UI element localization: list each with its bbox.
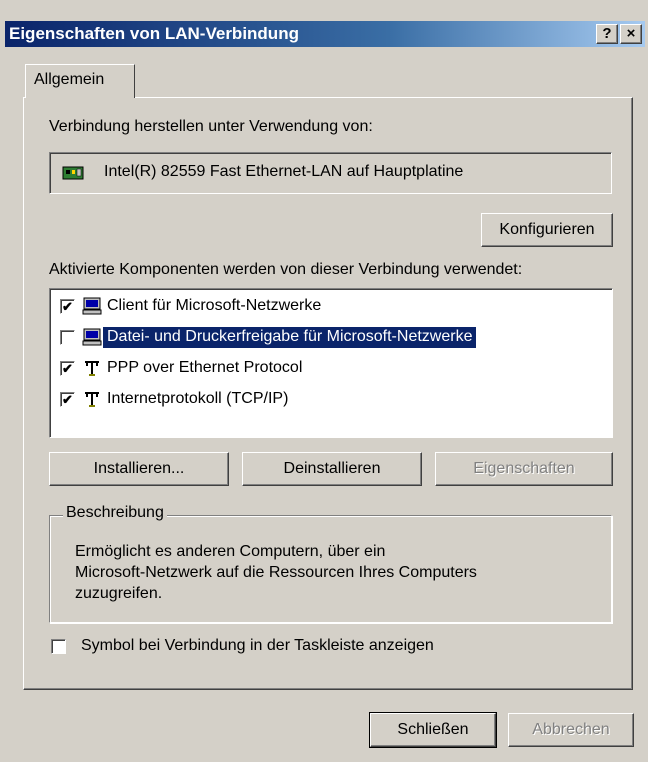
uninstall-button[interactable]: Deinstallieren <box>242 452 422 486</box>
description-line: Ermöglicht es anderen Computern, über ei… <box>75 543 386 560</box>
network-card-icon <box>62 166 84 180</box>
list-item[interactable]: ✔ Internetprotokoll (TCP/IP) <box>60 386 600 414</box>
components-label: Aktivierte Komponenten werden von dieser… <box>49 261 523 278</box>
taskbar-icon-checkbox[interactable] <box>51 639 66 654</box>
adapter-field: Intel(R) 82559 Fast Ethernet-LAN auf Hau… <box>49 152 612 194</box>
window-title: Eigenschaften von LAN-Verbindung <box>9 24 299 43</box>
cancel-button[interactable]: Abbrechen <box>508 713 634 747</box>
close-window-button[interactable]: × <box>620 24 642 44</box>
title-bar[interactable]: Eigenschaften von LAN-Verbindung <box>5 21 645 47</box>
list-item[interactable]: ✔ PPP over Ethernet Protocol <box>60 355 600 383</box>
connect-using-label: Verbindung herstellen unter Verwendung v… <box>49 118 373 135</box>
taskbar-option-label: Symbol bei Verbindung in der Taskleiste … <box>81 637 434 654</box>
component-checkbox[interactable]: ✔ <box>60 392 75 407</box>
component-checkbox[interactable]: ✔ <box>60 299 75 314</box>
tab-label: Allgemein <box>34 71 105 88</box>
close-button[interactable]: Schließen <box>369 712 497 748</box>
tab-allgemein[interactable]: Allgemein <box>25 64 135 98</box>
description-legend: Beschreibung <box>63 504 167 522</box>
component-label: Datei- und Druckerfreigabe für Microsoft… <box>103 327 477 348</box>
component-label: PPP over Ethernet Protocol <box>107 359 303 376</box>
component-checkbox[interactable] <box>60 330 75 345</box>
computer-icon <box>82 297 102 315</box>
component-label: Internetprotokoll (TCP/IP) <box>107 390 289 407</box>
component-label: Client für Microsoft-Netzwerke <box>107 297 322 314</box>
protocol-icon <box>85 392 99 407</box>
properties-dialog: Eigenschaften von LAN-Verbindung ? × All… <box>0 0 648 762</box>
properties-button[interactable]: Eigenschaften <box>435 452 613 486</box>
components-list[interactable]: ✔ Client für Microsoft-Netzwerke Datei- … <box>49 288 613 438</box>
description-line: Microsoft-Netzwerk auf die Ressourcen Ih… <box>75 564 477 581</box>
adapter-name: Intel(R) 82559 Fast Ethernet-LAN auf Hau… <box>104 163 464 180</box>
list-item[interactable]: Datei- und Druckerfreigabe für Microsoft… <box>60 324 600 352</box>
install-button[interactable]: Installieren... <box>49 452 229 486</box>
list-item[interactable]: ✔ Client für Microsoft-Netzwerke <box>60 293 600 321</box>
protocol-icon <box>85 361 99 376</box>
help-button[interactable]: ? <box>596 24 618 44</box>
component-checkbox[interactable]: ✔ <box>60 361 75 376</box>
description-line: zuzugreifen. <box>75 585 163 602</box>
description-text: Ermöglicht es anderen Computern, über ei… <box>75 541 575 604</box>
configure-button[interactable]: Konfigurieren <box>481 213 613 247</box>
computer-icon <box>82 328 102 346</box>
